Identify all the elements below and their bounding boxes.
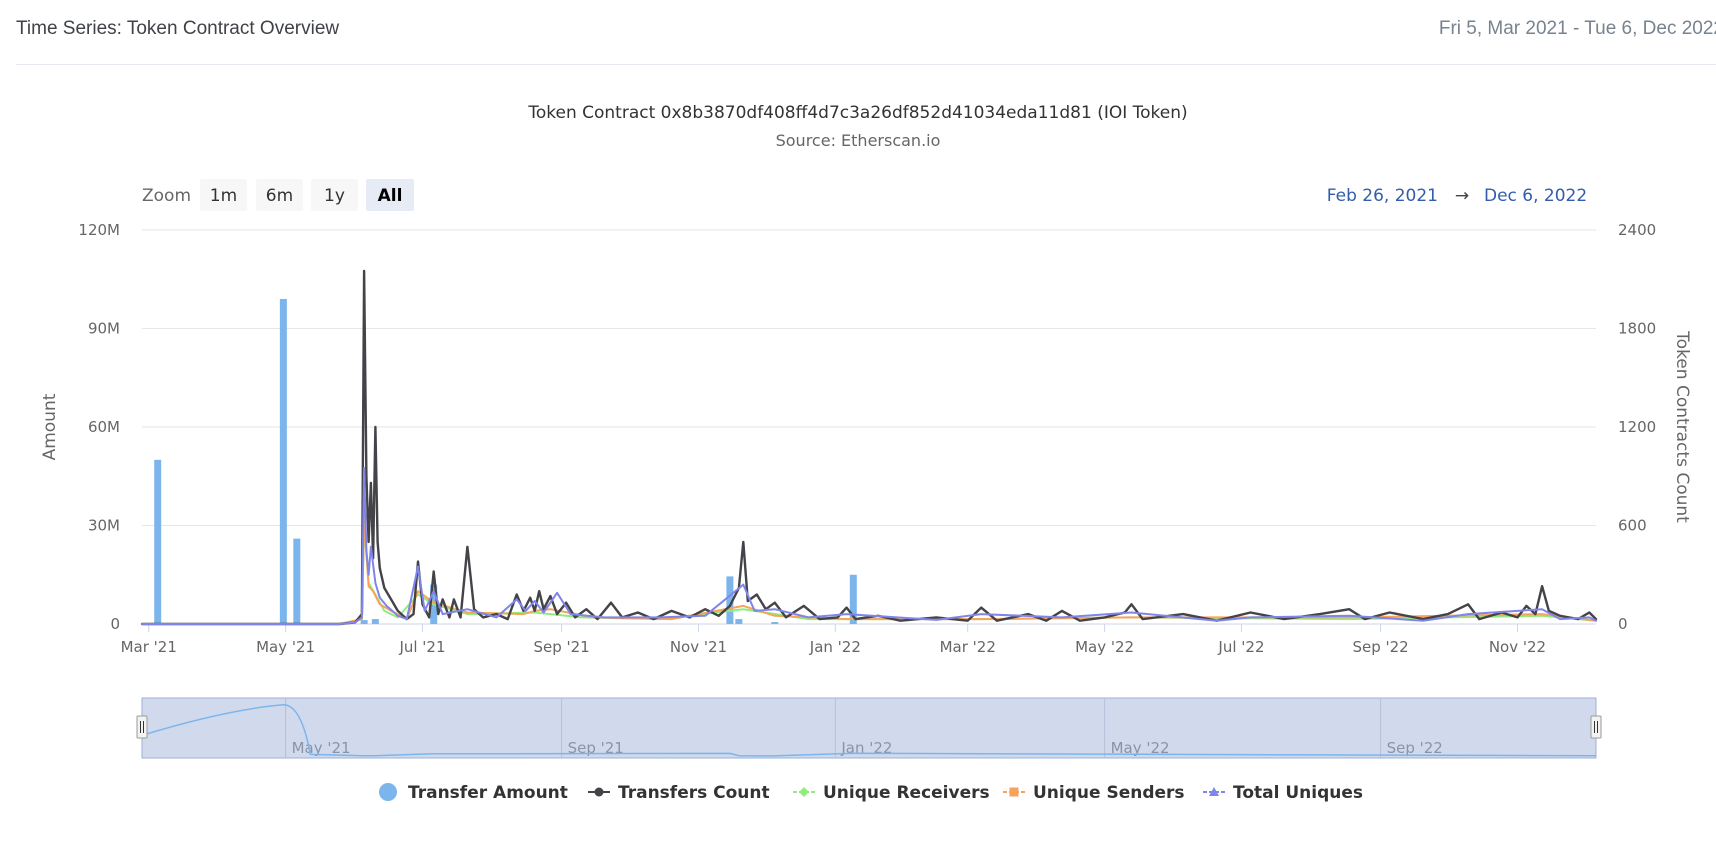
- y-left-tick-label: 30M: [88, 517, 120, 535]
- zoom-label: Zoom: [142, 186, 191, 206]
- legend-label: Transfer Amount: [408, 783, 568, 803]
- navigator-tick-label: Jan '22: [840, 739, 892, 757]
- y-axis-right-labels: 0 600 1200 1800 2400: [1618, 221, 1656, 633]
- y-left-tick-label: 0: [110, 615, 120, 633]
- transfer-amount-bar[interactable]: [279, 298, 287, 624]
- y-right-tick-label: 0: [1618, 615, 1628, 633]
- range-from-input[interactable]: Feb 26, 2021: [1327, 186, 1438, 206]
- x-tick-label: Jul '22: [1217, 638, 1264, 656]
- y-left-tick-label: 120M: [78, 221, 120, 239]
- chart-subtitle: Source: Etherscan.io: [776, 131, 941, 150]
- y-left-tick-label: 90M: [88, 320, 120, 338]
- transfer-amount-bar[interactable]: [154, 459, 162, 624]
- x-tick-label: Nov '22: [1489, 638, 1546, 656]
- legend-item-transfers-count[interactable]: Transfers Count: [588, 783, 770, 803]
- legend-marker-diamond: [799, 787, 809, 797]
- zoom-1m-button[interactable]: 1m: [200, 179, 247, 211]
- transfer-amount-series: [154, 298, 857, 624]
- zoom-all-button[interactable]: All: [366, 179, 414, 211]
- grid: [142, 229, 1596, 625]
- x-tick-label: Sep '22: [1352, 638, 1408, 656]
- x-tick-label: Sep '21: [533, 638, 589, 656]
- x-tick-label: May '22: [1075, 638, 1134, 656]
- legend-item-total-uniques[interactable]: Total Uniques: [1203, 783, 1363, 803]
- legend-symbol-circle: [379, 783, 397, 801]
- x-tick-label: Mar '21: [121, 638, 177, 656]
- unique-receivers-line[interactable]: [141, 524, 1597, 625]
- legend-marker-circle: [594, 787, 604, 797]
- total-uniques-line[interactable]: [141, 467, 1597, 625]
- x-tick-label: Jul '21: [398, 638, 445, 656]
- zoom-6m-label: 6m: [266, 186, 293, 206]
- y-axis-left-title: Amount: [40, 393, 60, 460]
- x-tick-label: Nov '21: [670, 638, 727, 656]
- navigator-tick-label: Sep '22: [1387, 739, 1443, 757]
- y-axis-left-labels: 0 30M 60M 90M 120M: [78, 221, 120, 633]
- zoom-1y-button[interactable]: 1y: [311, 179, 358, 211]
- zoom-all-label: All: [378, 186, 403, 206]
- x-tick-label: Mar '22: [940, 638, 996, 656]
- range-to-input[interactable]: Dec 6, 2022: [1484, 186, 1587, 206]
- y-axis-right-title: Token Contracts Count: [1672, 330, 1692, 523]
- transfer-amount-bar[interactable]: [735, 619, 743, 624]
- y-right-tick-label: 1200: [1618, 418, 1656, 436]
- time-series-chart: Token Contract 0x8b3870df408ff4d7c3a26df…: [40, 103, 1692, 803]
- transfer-amount-bar[interactable]: [360, 620, 368, 624]
- legend-item-unique-senders[interactable]: Unique Senders: [1003, 783, 1185, 803]
- navigator-right-handle[interactable]: [1590, 715, 1602, 739]
- transfers-count-line[interactable]: [140, 269, 1598, 626]
- y-left-tick-label: 60M: [88, 418, 120, 436]
- y-right-tick-label: 1800: [1618, 320, 1656, 338]
- y-right-tick-label: 2400: [1618, 221, 1656, 239]
- legend: Transfer Amount Transfers Count Unique Rec…: [379, 783, 1363, 803]
- transfer-amount-bar[interactable]: [371, 619, 379, 624]
- unique-senders-line[interactable]: [141, 516, 1597, 625]
- transfer-amount-bar[interactable]: [293, 538, 301, 624]
- legend-item-transfer-amount[interactable]: Transfer Amount: [379, 783, 568, 803]
- range-selector: Zoom 1m 6m 1y All Feb 26, 2021 → Dec 6, …: [142, 179, 1587, 211]
- legend-item-unique-receivers[interactable]: Unique Receivers: [793, 783, 990, 803]
- navigator-left-handle[interactable]: [136, 715, 148, 739]
- chart-title: Token Contract 0x8b3870df408ff4d7c3a26df…: [527, 103, 1187, 123]
- series-layer: [140, 269, 1598, 626]
- x-tick-label: Jan '22: [809, 638, 861, 656]
- range-arrow: →: [1455, 186, 1469, 206]
- legend-label: Total Uniques: [1233, 783, 1363, 803]
- zoom-1m-label: 1m: [210, 186, 237, 206]
- zoom-6m-button[interactable]: 6m: [256, 179, 303, 211]
- legend-label: Unique Senders: [1033, 783, 1185, 803]
- legend-label: Transfers Count: [618, 783, 770, 803]
- navigator[interactable]: May '21 Sep '21 Jan '22 May '22 Sep '22: [136, 697, 1602, 759]
- legend-label: Unique Receivers: [823, 783, 990, 803]
- x-tick-label: May '21: [256, 638, 315, 656]
- zoom-1y-label: 1y: [324, 186, 345, 206]
- transfer-amount-bar[interactable]: [771, 622, 779, 624]
- x-axis-labels: Mar '21 May '21 Jul '21 Sep '21 Nov '21 Jan '…: [121, 624, 1546, 656]
- y-right-tick-label: 600: [1618, 517, 1647, 535]
- legend-marker-square: [1009, 787, 1019, 797]
